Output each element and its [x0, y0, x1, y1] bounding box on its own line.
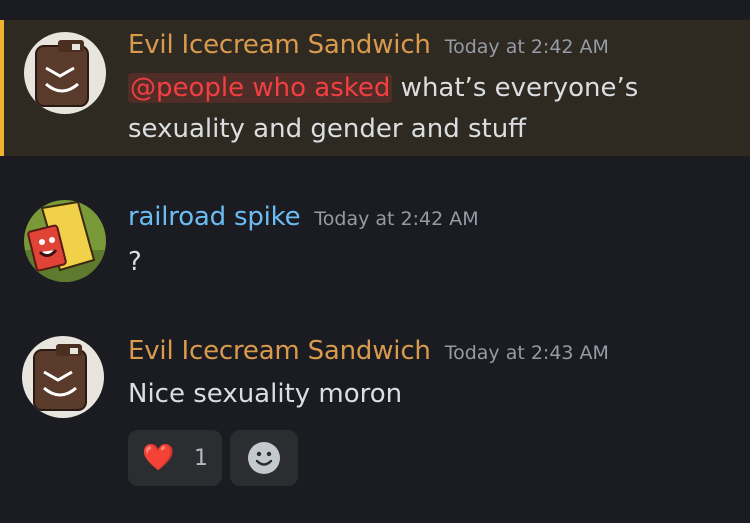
message-text: Nice sexuality moron — [128, 379, 403, 409]
message-content: @people who asked what’s everyone’s sexu… — [128, 68, 698, 150]
chat-message-list: Evil Icecream Sandwich Today at 2:42 AM @… — [0, 0, 750, 523]
timestamp[interactable]: Today at 2:43 AM — [445, 342, 609, 364]
username[interactable]: Evil Icecream Sandwich — [128, 30, 431, 60]
add-reaction-smiley-icon — [248, 442, 280, 474]
reaction-count: 1 — [194, 445, 208, 471]
message-content: Nice sexuality moron — [128, 374, 698, 415]
add-reaction-button[interactable] — [230, 430, 298, 486]
message-item[interactable]: Evil Icecream Sandwich Today at 2:43 AM N… — [0, 326, 750, 496]
heart-reaction-button[interactable]: ❤️ 1 — [128, 430, 222, 486]
timestamp[interactable]: Today at 2:42 AM — [445, 36, 609, 58]
heart-icon: ❤️ — [142, 443, 175, 473]
reaction-bar: ❤️ 1 — [128, 430, 298, 486]
message-item[interactable]: Evil Icecream Sandwich Today at 2:42 AM @… — [0, 20, 750, 156]
ice-cream-sandwich-avatar-icon[interactable] — [24, 32, 106, 114]
message-header: Evil Icecream Sandwich Today at 2:43 AM — [128, 336, 609, 366]
message-content: ? — [128, 242, 698, 283]
message-text: ? — [128, 247, 142, 277]
username[interactable]: railroad spike — [128, 202, 301, 232]
message-header: railroad spike Today at 2:42 AM — [128, 202, 479, 232]
ice-cream-sandwich-avatar-icon[interactable] — [22, 336, 104, 418]
timestamp[interactable]: Today at 2:42 AM — [314, 208, 478, 230]
message-header: Evil Icecream Sandwich Today at 2:42 AM — [128, 30, 609, 60]
username[interactable]: Evil Icecream Sandwich — [128, 336, 431, 366]
message-item[interactable]: railroad spike Today at 2:42 AM ? — [0, 190, 750, 300]
role-mention[interactable]: @people who asked — [128, 73, 393, 103]
railroad-spike-avatar-icon[interactable] — [24, 200, 106, 282]
